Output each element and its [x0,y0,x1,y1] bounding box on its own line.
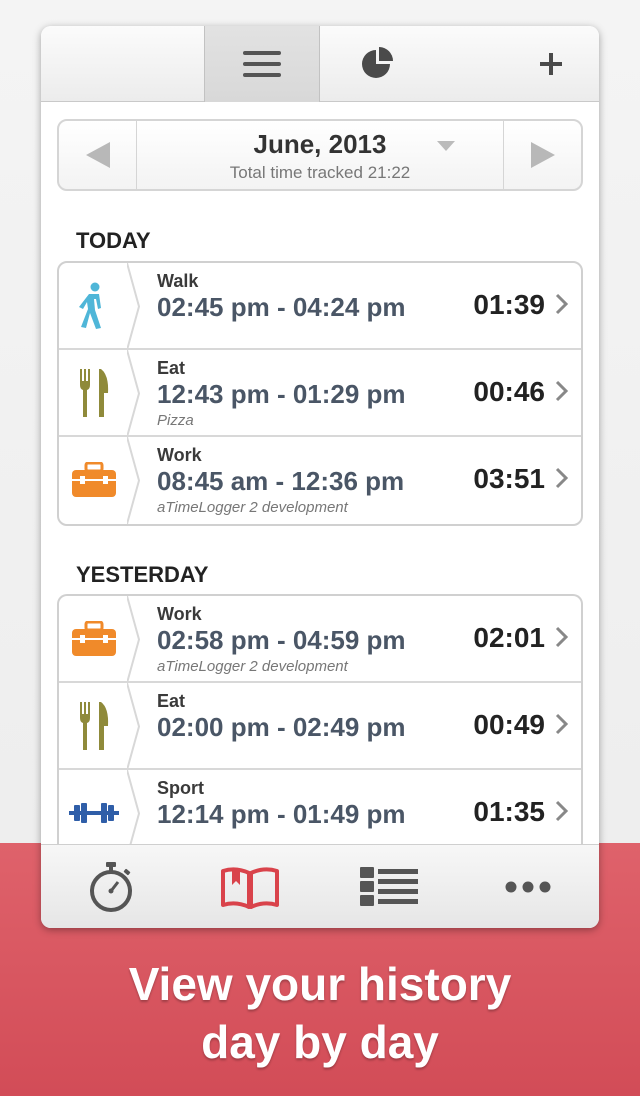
list-item[interactable]: Work 02:58 pm - 04:59 pm aTimeLogger 2 d… [59,596,581,683]
chevron-right-icon [555,380,569,402]
toolbox-icon [72,620,116,656]
entry-duration: 03:51 [473,463,545,494]
fork-knife-icon [80,368,109,417]
dumbbell-icon [69,802,119,823]
previous-month-button[interactable] [59,121,137,189]
list-icon [243,51,281,77]
next-month-button[interactable] [503,121,581,189]
chevron-right-icon [555,467,569,489]
entry-duration: 01:35 [473,796,545,827]
entry-time-range: 02:45 pm - 04:24 pm [157,292,406,322]
chevron-right-icon [555,713,569,735]
total-time-tracked: Total time tracked 21:22 [229,163,411,182]
tab-more[interactable] [458,845,597,928]
promo-line-2: day by day [201,1016,439,1068]
entry-note: aTimeLogger 2 development [157,499,348,516]
month-navigator: June, 2013 Total time tracked 21:22 [57,119,583,191]
yesterday-entries: Work 02:58 pm - 04:59 pm aTimeLogger 2 d… [57,594,583,854]
entry-duration: 02:01 [473,622,545,653]
list-item[interactable]: Walk 02:45 pm - 04:24 pm 01:39 [59,263,581,350]
promo-caption: View your history day by day [0,955,640,1071]
entry-duration: 01:39 [473,289,545,320]
entry-time-range: 02:00 pm - 02:49 pm [157,712,406,742]
entry-category: Work [157,445,202,465]
tab-history[interactable] [180,845,319,928]
list-item[interactable]: Eat 12:43 pm - 01:29 pm Pizza 00:46 [59,350,581,437]
top-toolbar [41,26,599,102]
entry-category: Walk [157,271,199,291]
pie-chart-icon [362,47,393,78]
entry-time-range: 12:43 pm - 01:29 pm [157,379,406,409]
section-title-today: TODAY [76,228,151,253]
chevron-right-icon [555,800,569,822]
app-screen: June, 2013 Total time tracked 21:22 TODA… [41,26,599,928]
entry-category: Eat [157,691,186,711]
plus-icon [540,53,562,75]
entry-time-range: 12:14 pm - 01:49 pm [157,799,406,829]
toolbox-icon [72,461,116,497]
chevron-right-icon [555,293,569,315]
entry-time-range: 08:45 am - 12:36 pm [157,466,405,496]
today-entries: Walk 02:45 pm - 04:24 pm 01:39 Eat 12:43… [57,261,583,526]
dropdown-caret-icon[interactable] [437,141,455,151]
fork-knife-icon [80,701,109,750]
section-title-yesterday: YESTERDAY [76,562,209,587]
list-item[interactable]: Sport 12:14 pm - 01:49 pm 01:35 [59,770,581,854]
entry-category: Work [157,604,202,624]
tab-list[interactable] [204,26,320,102]
entry-duration: 00:49 [473,709,545,740]
list-item[interactable]: Eat 02:00 pm - 02:49 pm 00:49 [59,683,581,770]
entry-note: Pizza [157,412,194,429]
chevron-right-icon [555,626,569,648]
book-icon [220,867,279,909]
stopwatch-icon [89,862,132,912]
entry-category: Eat [157,358,186,378]
list-item[interactable]: Work 08:45 am - 12:36 pm aTimeLogger 2 d… [59,437,581,524]
tab-chart[interactable] [320,26,436,102]
list-grid-icon [359,867,418,906]
promo-line-1: View your history [128,958,512,1010]
entry-time-range: 02:58 pm - 04:59 pm [157,625,406,655]
entry-category: Sport [157,778,204,798]
tab-categories[interactable] [319,845,458,928]
entry-note: aTimeLogger 2 development [157,658,348,675]
walk-icon [79,282,101,329]
arrow-left-icon [85,142,110,168]
tab-timer[interactable] [41,845,180,928]
add-button[interactable] [521,26,581,102]
more-dots-icon [505,881,550,893]
arrow-right-icon [530,142,555,168]
bottom-tab-bar [41,844,599,928]
entry-duration: 00:46 [473,376,545,407]
